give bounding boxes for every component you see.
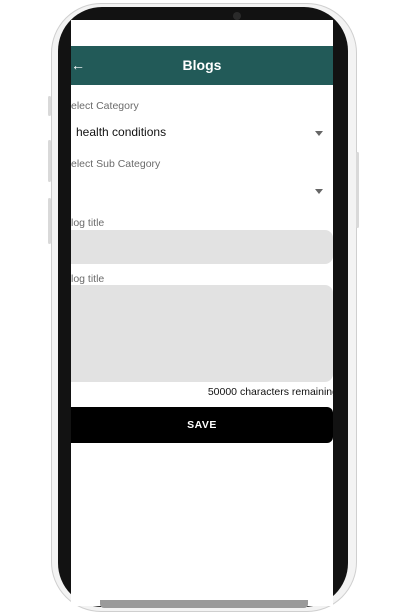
page-title: Blogs	[182, 57, 222, 73]
camera-icon	[233, 12, 241, 20]
caret-down-icon	[315, 189, 323, 194]
blog-title-input[interactable]	[71, 230, 333, 264]
app-bar: ← Blogs	[71, 46, 333, 85]
blog-title-label: Blog title	[71, 217, 105, 229]
category-select[interactable]: health conditions	[71, 122, 333, 146]
caret-down-icon	[315, 131, 323, 136]
subcategory-select[interactable]	[71, 180, 333, 204]
blog-body-textarea[interactable]	[71, 285, 333, 382]
blog-body-label: Blog title	[71, 273, 105, 285]
category-value: health conditions	[76, 125, 167, 139]
home-indicator	[100, 600, 308, 608]
subcategory-label: Select Sub Category	[71, 158, 161, 170]
volume-down-button	[48, 140, 51, 182]
volume-up-button	[48, 96, 51, 116]
characters-remaining: 50000 characters remaining	[207, 386, 333, 398]
category-label: Select Category	[71, 100, 139, 112]
app-screen: ← Blogs Select Category health condition…	[71, 20, 333, 606]
side-button	[48, 198, 51, 244]
save-button[interactable]: SAVE	[71, 407, 333, 443]
power-button	[356, 152, 359, 228]
